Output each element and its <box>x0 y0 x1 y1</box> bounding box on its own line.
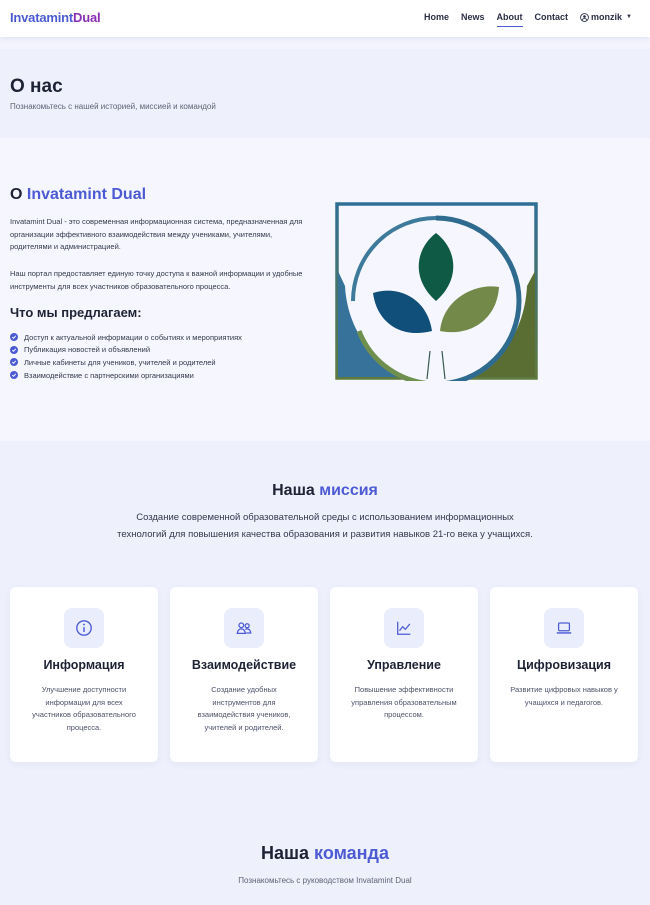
about-paragraph-1: Invatamint Dual - это современная информ… <box>10 217 303 251</box>
about-heading: О Invatamint Dual <box>10 186 146 204</box>
nav-link-home[interactable]: Home <box>424 12 449 22</box>
navbar: InvatamintDual Home News About Contact m… <box>0 0 650 37</box>
card-title: Управление <box>367 658 441 672</box>
check-circle-icon <box>10 333 18 342</box>
page-header: О нас Познакомьтесь с нашей историей, ми… <box>0 49 650 138</box>
mission-card: Цифровизация Развитие цифровых навыков у… <box>490 587 638 762</box>
list-item: Взаимодействие с партнерскими организаци… <box>10 369 242 382</box>
nav-link-about[interactable]: About <box>496 12 523 27</box>
team-subtitle: Познакомьтесь с руководством Invatamint … <box>238 876 412 885</box>
page-title: О нас <box>10 76 63 97</box>
about-heading-prefix: О <box>10 186 23 203</box>
company-logo-image <box>335 202 538 381</box>
card-title: Цифровизация <box>516 658 612 672</box>
list-item: Публикация новостей и объявлений <box>10 344 242 357</box>
offer-heading: Что мы предлагаем: <box>10 305 142 320</box>
card-description: Улучшение доступности информации для все… <box>32 685 136 732</box>
info-icon <box>64 608 104 648</box>
card-title: Информация <box>43 658 125 672</box>
card-description: Повышение эффективности управления образ… <box>351 685 457 720</box>
about-section: О Invatamint Dual Invatamint Dual - это … <box>0 138 650 441</box>
mission-heading: Наша миссия <box>0 482 650 500</box>
brand-logo[interactable]: InvatamintDual <box>10 10 101 25</box>
offer-text: Доступ к актуальной информации о события… <box>24 332 242 342</box>
main-nav: Home News About Contact monzik ▼ <box>412 12 632 27</box>
mission-heading-accent: миссия <box>319 482 378 499</box>
about-paragraph-2: Наш портал предоставляет единую точку до… <box>10 269 303 291</box>
user-name: monzik <box>591 12 623 22</box>
check-circle-icon <box>10 358 18 367</box>
team-heading-accent: команда <box>314 843 389 863</box>
offer-list: Доступ к актуальной информации о события… <box>10 331 242 381</box>
card-description: Создание удобных инструментов для взаимо… <box>197 685 291 732</box>
list-item: Личные кабинеты для учеников, учителей и… <box>10 356 242 369</box>
chart-icon <box>384 608 424 648</box>
check-circle-icon <box>10 371 18 380</box>
offer-text: Личные кабинеты для учеников, учителей и… <box>24 357 216 367</box>
card-title: Взаимодействие <box>191 658 297 672</box>
team-heading: Наша команда <box>0 843 650 864</box>
mission-cards: Информация Улучшение доступности информа… <box>10 587 640 763</box>
people-icon <box>224 608 264 648</box>
mission-card: Информация Улучшение доступности информа… <box>10 587 158 762</box>
brand-name-part2: Dual <box>73 10 101 25</box>
nav-link-news[interactable]: News <box>461 12 485 22</box>
offer-text: Взаимодействие с партнерскими организаци… <box>24 370 194 380</box>
check-circle-icon <box>10 345 18 354</box>
nav-link-contact[interactable]: Contact <box>535 12 569 22</box>
list-item: Доступ к актуальной информации о события… <box>10 331 242 344</box>
mission-heading-prefix: Наша <box>272 482 315 499</box>
about-heading-accent: Invatamint Dual <box>26 186 147 203</box>
brand-name-part1: Invatamint <box>10 10 74 25</box>
laptop-icon <box>544 608 584 648</box>
offer-text: Публикация новостей и объявлений <box>24 345 151 355</box>
mission-card: Взаимодействие Создание удобных инструме… <box>170 587 318 762</box>
user-menu[interactable]: monzik ▼ <box>580 12 632 22</box>
user-circle-icon <box>580 12 589 22</box>
team-heading-prefix: Наша <box>261 843 310 863</box>
mission-card: Управление Повышение эффективности управ… <box>330 587 478 762</box>
page-subtitle: Познакомьтесь с нашей историей, миссией … <box>10 102 216 111</box>
mission-lead: Создание современной образовательной сре… <box>117 512 533 540</box>
chevron-down-icon: ▼ <box>626 14 632 20</box>
card-description: Развитие цифровых навыков у учащихся и п… <box>510 685 618 707</box>
mission-section: Наша миссия Создание современной образов… <box>0 441 650 905</box>
